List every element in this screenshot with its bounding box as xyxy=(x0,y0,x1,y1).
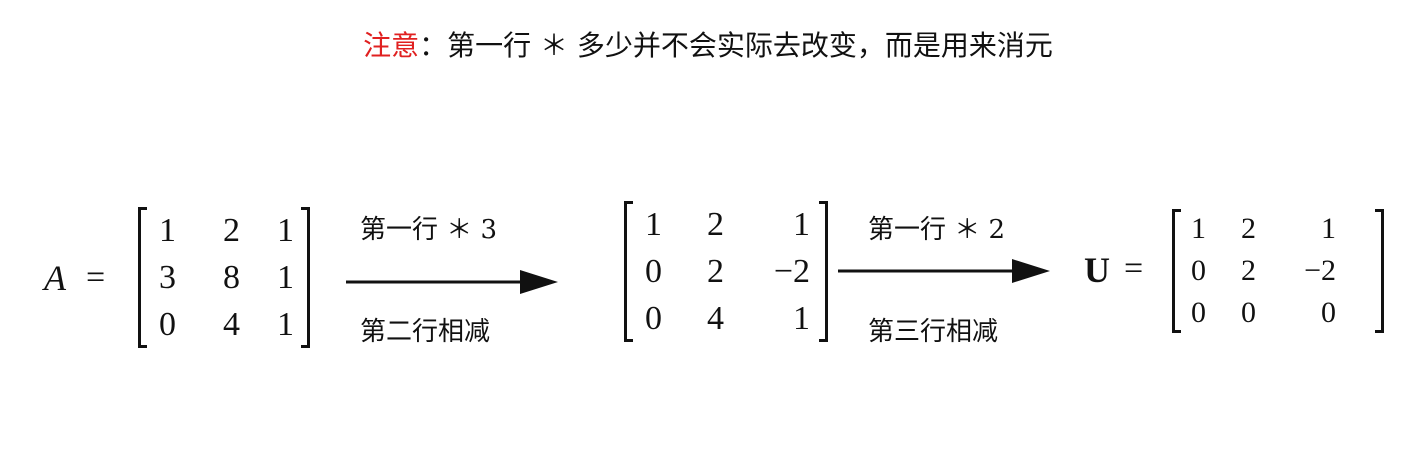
matrix-mid: 1 2 1 0 2 −2 0 4 1 xyxy=(624,201,828,342)
matrix-mid-cell: 4 xyxy=(707,300,724,337)
step1-top-label: 第一行 ＊ 3 xyxy=(360,215,498,245)
matrix-mid-cell: 0 xyxy=(645,300,662,337)
step1-bottom-label: 第二行相减 xyxy=(360,317,491,347)
step2-arrow-head xyxy=(1012,259,1050,283)
matrix-a-cell: 1 xyxy=(159,212,176,249)
matrix-u-cell: 0 xyxy=(1191,254,1206,287)
note-text: 第一行 ＊ 多少并不会实际去改变，而是用来消元 xyxy=(447,29,1053,62)
note-line: 注意：第一行 ＊ 多少并不会实际去改变，而是用来消元 xyxy=(0,26,1416,66)
matrix-u-cell: −2 xyxy=(1304,254,1336,287)
step2-top-label: 第一行 ＊ 2 xyxy=(868,215,1006,245)
matrix-mid-cell: 1 xyxy=(793,300,810,337)
matrix-mid-cell: 2 xyxy=(707,206,724,243)
matrix-a-right-bracket xyxy=(301,207,310,348)
matrix-u-equals: = xyxy=(1124,250,1144,287)
matrix-u-name: U xyxy=(1084,250,1110,290)
matrix-u-cell: 0 xyxy=(1321,296,1336,329)
matrix-a-cell: 1 xyxy=(277,306,294,343)
matrix-u-right-bracket xyxy=(1375,209,1384,333)
diagram-canvas: 注意：第一行 ＊ 多少并不会实际去改变，而是用来消元 A = 1 2 1 3 8… xyxy=(0,0,1416,449)
matrix-a-cell: 1 xyxy=(277,259,294,296)
step2-arrow xyxy=(838,259,1050,283)
matrix-a-cell: 4 xyxy=(223,306,240,343)
matrix-u-cell: 2 xyxy=(1241,212,1256,245)
matrix-u: 1 2 1 0 2 −2 0 0 0 xyxy=(1172,209,1384,333)
matrix-a-cell: 2 xyxy=(223,212,240,249)
step1-arrow-head xyxy=(520,270,558,294)
matrix-a-cell: 3 xyxy=(159,259,176,296)
matrix-mid-right-bracket xyxy=(819,201,828,342)
matrix-a-cell: 1 xyxy=(277,212,294,249)
matrix-a: 1 2 1 3 8 1 0 4 1 xyxy=(138,207,310,348)
matrix-u-cell: 1 xyxy=(1191,212,1206,245)
matrix-mid-cell: 2 xyxy=(707,253,724,290)
matrix-a-name: A xyxy=(44,258,66,298)
matrix-a-equals: = xyxy=(86,259,106,296)
matrix-u-cell: 2 xyxy=(1241,254,1256,287)
matrix-mid-cell: −2 xyxy=(773,253,810,290)
matrix-u-cell: 0 xyxy=(1191,296,1206,329)
matrix-a-cell: 0 xyxy=(159,306,176,343)
matrix-mid-cell: 1 xyxy=(793,206,810,243)
matrix-u-cell: 1 xyxy=(1321,212,1336,245)
note-label: 注意 xyxy=(363,29,420,62)
matrix-mid-cell: 0 xyxy=(645,253,662,290)
step2-bottom-label: 第三行相减 xyxy=(868,317,999,347)
step1-arrow xyxy=(346,270,558,294)
matrix-a-cell: 8 xyxy=(223,259,240,296)
matrix-mid-cell: 1 xyxy=(645,206,662,243)
note-colon: ： xyxy=(419,29,448,62)
matrix-u-cell: 0 xyxy=(1241,296,1256,329)
